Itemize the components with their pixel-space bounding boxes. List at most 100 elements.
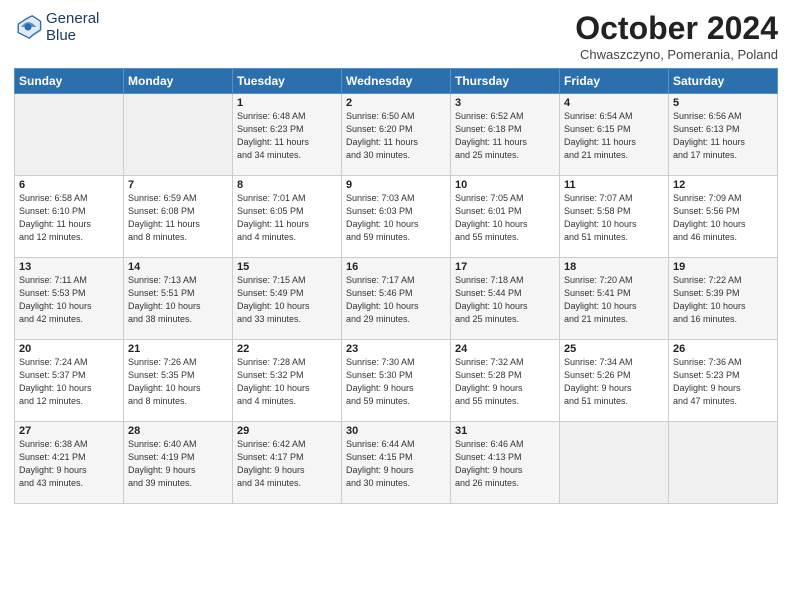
day-number: 14 bbox=[128, 261, 228, 273]
day-detail: Sunrise: 7:17 AM Sunset: 5:46 PM Dayligh… bbox=[346, 274, 446, 326]
day-detail: Sunrise: 7:22 AM Sunset: 5:39 PM Dayligh… bbox=[673, 274, 773, 326]
week-row-5: 27Sunrise: 6:38 AM Sunset: 4:21 PM Dayli… bbox=[15, 422, 778, 504]
day-cell: 2Sunrise: 6:50 AM Sunset: 6:20 PM Daylig… bbox=[342, 94, 451, 176]
day-detail: Sunrise: 6:50 AM Sunset: 6:20 PM Dayligh… bbox=[346, 110, 446, 162]
logo-icon bbox=[14, 13, 42, 41]
header-cell-wednesday: Wednesday bbox=[342, 69, 451, 94]
day-cell: 10Sunrise: 7:05 AM Sunset: 6:01 PM Dayli… bbox=[451, 176, 560, 258]
day-detail: Sunrise: 6:56 AM Sunset: 6:13 PM Dayligh… bbox=[673, 110, 773, 162]
day-cell: 22Sunrise: 7:28 AM Sunset: 5:32 PM Dayli… bbox=[233, 340, 342, 422]
day-number: 1 bbox=[237, 97, 337, 109]
header-cell-monday: Monday bbox=[124, 69, 233, 94]
day-detail: Sunrise: 6:58 AM Sunset: 6:10 PM Dayligh… bbox=[19, 192, 119, 244]
day-cell: 6Sunrise: 6:58 AM Sunset: 6:10 PM Daylig… bbox=[15, 176, 124, 258]
day-number: 18 bbox=[564, 261, 664, 273]
day-number: 3 bbox=[455, 97, 555, 109]
day-cell: 5Sunrise: 6:56 AM Sunset: 6:13 PM Daylig… bbox=[669, 94, 778, 176]
day-number: 10 bbox=[455, 179, 555, 191]
day-number: 21 bbox=[128, 343, 228, 355]
day-detail: Sunrise: 7:09 AM Sunset: 5:56 PM Dayligh… bbox=[673, 192, 773, 244]
day-detail: Sunrise: 6:54 AM Sunset: 6:15 PM Dayligh… bbox=[564, 110, 664, 162]
week-row-1: 1Sunrise: 6:48 AM Sunset: 6:23 PM Daylig… bbox=[15, 94, 778, 176]
day-number: 26 bbox=[673, 343, 773, 355]
day-cell: 20Sunrise: 7:24 AM Sunset: 5:37 PM Dayli… bbox=[15, 340, 124, 422]
day-cell: 31Sunrise: 6:46 AM Sunset: 4:13 PM Dayli… bbox=[451, 422, 560, 504]
day-cell: 1Sunrise: 6:48 AM Sunset: 6:23 PM Daylig… bbox=[233, 94, 342, 176]
header-cell-sunday: Sunday bbox=[15, 69, 124, 94]
day-cell: 7Sunrise: 6:59 AM Sunset: 6:08 PM Daylig… bbox=[124, 176, 233, 258]
week-row-4: 20Sunrise: 7:24 AM Sunset: 5:37 PM Dayli… bbox=[15, 340, 778, 422]
day-detail: Sunrise: 7:13 AM Sunset: 5:51 PM Dayligh… bbox=[128, 274, 228, 326]
day-cell: 12Sunrise: 7:09 AM Sunset: 5:56 PM Dayli… bbox=[669, 176, 778, 258]
day-detail: Sunrise: 7:36 AM Sunset: 5:23 PM Dayligh… bbox=[673, 356, 773, 408]
day-cell: 26Sunrise: 7:36 AM Sunset: 5:23 PM Dayli… bbox=[669, 340, 778, 422]
day-detail: Sunrise: 6:59 AM Sunset: 6:08 PM Dayligh… bbox=[128, 192, 228, 244]
location-subtitle: Chwaszczyno, Pomerania, Poland bbox=[575, 47, 778, 62]
day-detail: Sunrise: 6:44 AM Sunset: 4:15 PM Dayligh… bbox=[346, 438, 446, 490]
day-cell: 13Sunrise: 7:11 AM Sunset: 5:53 PM Dayli… bbox=[15, 258, 124, 340]
day-number: 5 bbox=[673, 97, 773, 109]
day-cell: 14Sunrise: 7:13 AM Sunset: 5:51 PM Dayli… bbox=[124, 258, 233, 340]
logo: General Blue bbox=[14, 10, 99, 45]
day-cell: 28Sunrise: 6:40 AM Sunset: 4:19 PM Dayli… bbox=[124, 422, 233, 504]
day-cell: 3Sunrise: 6:52 AM Sunset: 6:18 PM Daylig… bbox=[451, 94, 560, 176]
logo-text: General Blue bbox=[46, 10, 99, 45]
calendar-body: 1Sunrise: 6:48 AM Sunset: 6:23 PM Daylig… bbox=[15, 94, 778, 504]
day-number: 9 bbox=[346, 179, 446, 191]
day-detail: Sunrise: 7:03 AM Sunset: 6:03 PM Dayligh… bbox=[346, 192, 446, 244]
day-detail: Sunrise: 7:26 AM Sunset: 5:35 PM Dayligh… bbox=[128, 356, 228, 408]
day-number: 8 bbox=[237, 179, 337, 191]
day-cell: 27Sunrise: 6:38 AM Sunset: 4:21 PM Dayli… bbox=[15, 422, 124, 504]
day-number: 23 bbox=[346, 343, 446, 355]
day-cell bbox=[669, 422, 778, 504]
day-number: 19 bbox=[673, 261, 773, 273]
day-cell: 25Sunrise: 7:34 AM Sunset: 5:26 PM Dayli… bbox=[560, 340, 669, 422]
day-number: 28 bbox=[128, 425, 228, 437]
day-cell: 16Sunrise: 7:17 AM Sunset: 5:46 PM Dayli… bbox=[342, 258, 451, 340]
day-cell: 23Sunrise: 7:30 AM Sunset: 5:30 PM Dayli… bbox=[342, 340, 451, 422]
day-cell: 29Sunrise: 6:42 AM Sunset: 4:17 PM Dayli… bbox=[233, 422, 342, 504]
day-number: 25 bbox=[564, 343, 664, 355]
day-number: 22 bbox=[237, 343, 337, 355]
day-number: 15 bbox=[237, 261, 337, 273]
title-block: October 2024 Chwaszczyno, Pomerania, Pol… bbox=[575, 10, 778, 62]
day-cell: 8Sunrise: 7:01 AM Sunset: 6:05 PM Daylig… bbox=[233, 176, 342, 258]
day-detail: Sunrise: 7:18 AM Sunset: 5:44 PM Dayligh… bbox=[455, 274, 555, 326]
day-detail: Sunrise: 6:52 AM Sunset: 6:18 PM Dayligh… bbox=[455, 110, 555, 162]
calendar-table: SundayMondayTuesdayWednesdayThursdayFrid… bbox=[14, 68, 778, 504]
day-cell bbox=[560, 422, 669, 504]
day-detail: Sunrise: 7:24 AM Sunset: 5:37 PM Dayligh… bbox=[19, 356, 119, 408]
header-cell-friday: Friday bbox=[560, 69, 669, 94]
day-cell: 17Sunrise: 7:18 AM Sunset: 5:44 PM Dayli… bbox=[451, 258, 560, 340]
day-number: 6 bbox=[19, 179, 119, 191]
day-number: 31 bbox=[455, 425, 555, 437]
day-cell: 15Sunrise: 7:15 AM Sunset: 5:49 PM Dayli… bbox=[233, 258, 342, 340]
day-cell: 30Sunrise: 6:44 AM Sunset: 4:15 PM Dayli… bbox=[342, 422, 451, 504]
day-cell: 19Sunrise: 7:22 AM Sunset: 5:39 PM Dayli… bbox=[669, 258, 778, 340]
day-number: 30 bbox=[346, 425, 446, 437]
day-cell: 9Sunrise: 7:03 AM Sunset: 6:03 PM Daylig… bbox=[342, 176, 451, 258]
day-detail: Sunrise: 7:30 AM Sunset: 5:30 PM Dayligh… bbox=[346, 356, 446, 408]
month-title: October 2024 bbox=[575, 10, 778, 47]
day-detail: Sunrise: 6:46 AM Sunset: 4:13 PM Dayligh… bbox=[455, 438, 555, 490]
day-number: 16 bbox=[346, 261, 446, 273]
day-number: 29 bbox=[237, 425, 337, 437]
day-cell: 11Sunrise: 7:07 AM Sunset: 5:58 PM Dayli… bbox=[560, 176, 669, 258]
day-detail: Sunrise: 7:01 AM Sunset: 6:05 PM Dayligh… bbox=[237, 192, 337, 244]
day-number: 7 bbox=[128, 179, 228, 191]
day-number: 13 bbox=[19, 261, 119, 273]
day-detail: Sunrise: 7:34 AM Sunset: 5:26 PM Dayligh… bbox=[564, 356, 664, 408]
header-cell-thursday: Thursday bbox=[451, 69, 560, 94]
header-cell-saturday: Saturday bbox=[669, 69, 778, 94]
day-detail: Sunrise: 6:48 AM Sunset: 6:23 PM Dayligh… bbox=[237, 110, 337, 162]
day-number: 2 bbox=[346, 97, 446, 109]
day-number: 27 bbox=[19, 425, 119, 437]
day-detail: Sunrise: 7:05 AM Sunset: 6:01 PM Dayligh… bbox=[455, 192, 555, 244]
day-number: 20 bbox=[19, 343, 119, 355]
header-row: SundayMondayTuesdayWednesdayThursdayFrid… bbox=[15, 69, 778, 94]
day-number: 12 bbox=[673, 179, 773, 191]
header-cell-tuesday: Tuesday bbox=[233, 69, 342, 94]
day-detail: Sunrise: 7:07 AM Sunset: 5:58 PM Dayligh… bbox=[564, 192, 664, 244]
page: General Blue October 2024 Chwaszczyno, P… bbox=[0, 0, 792, 612]
day-detail: Sunrise: 7:28 AM Sunset: 5:32 PM Dayligh… bbox=[237, 356, 337, 408]
